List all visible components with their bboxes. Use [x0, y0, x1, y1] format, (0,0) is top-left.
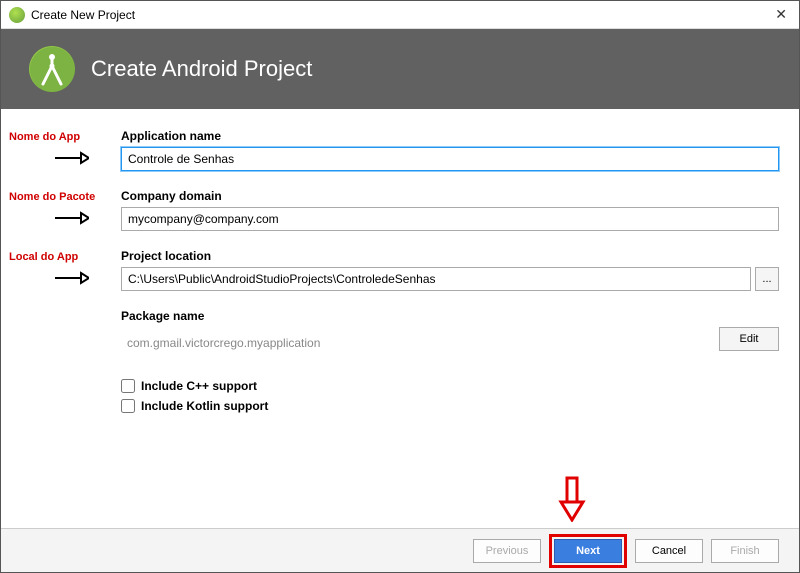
- annotation-app-name: Nome do App: [9, 131, 80, 143]
- content-area: Nome do App Application name Nome do Pac…: [1, 129, 799, 528]
- application-name-input[interactable]: [121, 147, 779, 171]
- include-cpp-label: Include C++ support: [141, 379, 257, 393]
- project-location-input[interactable]: [121, 267, 751, 291]
- arrow-down-icon: [557, 476, 587, 522]
- android-studio-icon: [9, 7, 25, 23]
- package-name-label: Package name: [121, 309, 779, 323]
- include-cpp-checkbox[interactable]: [121, 379, 135, 393]
- header-banner: Create Android Project: [1, 29, 799, 109]
- next-button[interactable]: Next: [554, 539, 622, 563]
- annotation-location: Local do App: [9, 251, 78, 263]
- footer-buttons: Previous Next Cancel Finish: [1, 528, 799, 572]
- finish-button: Finish: [711, 539, 779, 563]
- arrow-icon: [53, 269, 89, 287]
- include-kotlin-label: Include Kotlin support: [141, 399, 268, 413]
- project-location-label: Project location: [121, 249, 779, 263]
- company-domain-input[interactable]: [121, 207, 779, 231]
- arrow-icon: [53, 149, 89, 167]
- next-highlight-box: Next: [549, 534, 627, 568]
- android-studio-logo-icon: [29, 46, 75, 92]
- company-domain-label: Company domain: [121, 189, 779, 203]
- close-icon[interactable]: ✕: [771, 6, 791, 23]
- edit-package-button[interactable]: Edit: [719, 327, 779, 351]
- previous-button: Previous: [473, 539, 541, 563]
- options-group: Include C++ support Include Kotlin suppo…: [121, 379, 779, 413]
- browse-location-button[interactable]: ...: [755, 267, 779, 291]
- cancel-button[interactable]: Cancel: [635, 539, 703, 563]
- application-name-label: Application name: [121, 129, 779, 143]
- window-title: Create New Project: [31, 8, 135, 22]
- include-kotlin-checkbox[interactable]: [121, 399, 135, 413]
- page-title: Create Android Project: [91, 56, 312, 82]
- arrow-icon: [53, 209, 89, 227]
- annotation-package-name: Nome do Pacote: [9, 191, 95, 203]
- package-name-value: com.gmail.victorcrego.myapplication: [121, 328, 320, 350]
- titlebar: Create New Project ✕: [1, 1, 799, 29]
